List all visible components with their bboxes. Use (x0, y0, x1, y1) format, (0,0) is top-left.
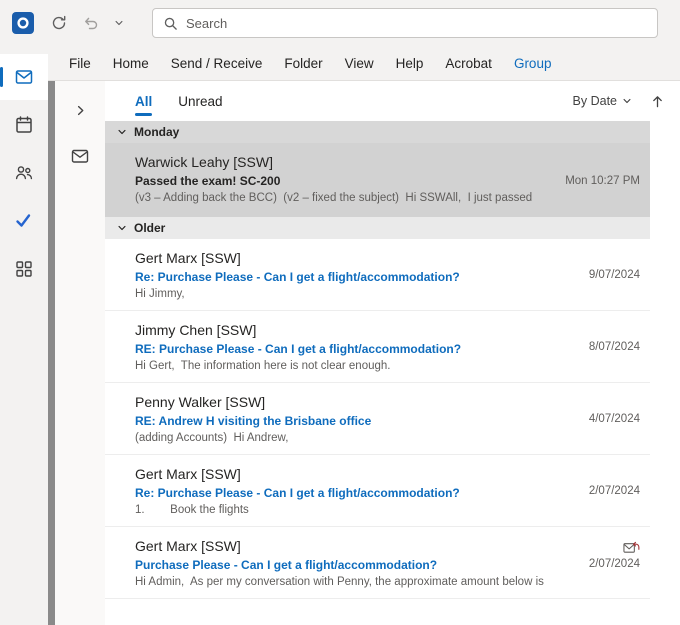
calendar-icon (14, 115, 34, 135)
menu-item-home[interactable]: Home (102, 46, 160, 81)
envelope-icon (70, 146, 90, 166)
menubar: File Home Send / Receive Folder View Hel… (48, 46, 680, 81)
email-preview: Hi Jimmy, (135, 288, 579, 300)
filter-tabs: All Unread (135, 81, 223, 121)
app-rail (0, 46, 48, 625)
email-date: 2/07/2024 (589, 558, 640, 570)
email-sender: Warwick Leahy [SSW] (135, 154, 555, 170)
email-date: 8/07/2024 (589, 341, 640, 353)
email-subject: Re: Purchase Please - Can I get a flight… (135, 270, 579, 284)
group-header-older[interactable]: Older (105, 217, 650, 239)
email-sender: Gert Marx [SSW] (135, 538, 579, 554)
collapsed-folder-pane (55, 81, 105, 625)
email-subject: RE: Andrew H visiting the Brisbane offic… (135, 414, 579, 428)
email-item[interactable]: Penny Walker [SSW] RE: Andrew H visiting… (105, 383, 650, 455)
email-sender: Gert Marx [SSW] (135, 466, 579, 482)
todo-check-icon (14, 211, 34, 231)
search-icon (163, 16, 178, 31)
outlook-window: Search (0, 0, 680, 625)
rail-item-todo[interactable] (0, 198, 48, 244)
customize-toolbar-button[interactable] (110, 10, 128, 36)
email-preview: Hi Gert, The information here is not cle… (135, 360, 579, 372)
email-date: Mon 10:27 PM (565, 175, 640, 187)
sort-by-date-button[interactable]: By Date (573, 94, 632, 108)
email-preview: (adding Accounts) Hi Andrew, (135, 432, 579, 444)
email-item[interactable]: Warwick Leahy [SSW] Passed the exam! SC-… (105, 143, 650, 217)
email-date: 4/07/2024 (589, 413, 640, 425)
mail-list-body: Monday Warwick Leahy [SSW] Passed the ex… (105, 121, 680, 625)
email-sender: Jimmy Chen [SSW] (135, 322, 579, 338)
rail-item-mail[interactable] (0, 54, 48, 100)
chevron-down-icon (117, 127, 127, 137)
email-subject: Passed the exam! SC-200 (135, 174, 555, 188)
mail-list-pane: All Unread By Date (105, 81, 680, 625)
email-date: 2/07/2024 (589, 485, 640, 497)
email-subject: Re: Purchase Please - Can I get a flight… (135, 486, 579, 500)
group-label: Older (134, 221, 165, 235)
expand-folder-pane-button[interactable] (67, 97, 93, 123)
rail-item-people[interactable] (0, 150, 48, 196)
topbar: Search (0, 0, 680, 46)
refresh-button[interactable] (46, 10, 72, 36)
inbox-envelope-button[interactable] (67, 143, 93, 169)
apps-grid-icon (14, 259, 34, 279)
email-item[interactable]: Gert Marx [SSW] Re: Purchase Please - Ca… (105, 455, 650, 527)
sort-label: By Date (573, 94, 617, 108)
email-date: 9/07/2024 (589, 269, 640, 281)
email-item[interactable]: Gert Marx [SSW] Re: Purchase Please - Ca… (105, 239, 650, 311)
mail-icon (14, 67, 34, 87)
rail-item-calendar[interactable] (0, 102, 48, 148)
menu-item-help[interactable]: Help (385, 46, 435, 81)
email-subject: RE: Purchase Please - Can I get a flight… (135, 342, 579, 356)
menu-item-group[interactable]: Group (503, 46, 563, 81)
email-subject: Purchase Please - Can I get a flight/acc… (135, 558, 579, 572)
mail-list-header: All Unread By Date (105, 81, 680, 121)
email-sender: Penny Walker [SSW] (135, 394, 579, 410)
undo-button[interactable] (78, 10, 104, 36)
email-item[interactable]: Jimmy Chen [SSW] RE: Purchase Please - C… (105, 311, 650, 383)
pane-splitter[interactable] (48, 81, 55, 625)
chevron-down-icon (622, 96, 632, 106)
group-header-monday[interactable]: Monday (105, 121, 650, 143)
menu-item-send-receive[interactable]: Send / Receive (160, 46, 274, 81)
refresh-icon (51, 15, 67, 31)
menu-item-file[interactable]: File (58, 46, 102, 81)
people-icon (14, 163, 34, 183)
outlook-logo-icon (12, 12, 34, 34)
undo-icon (83, 15, 99, 31)
email-item[interactable]: Gert Marx [SSW] Purchase Please - Can I … (105, 527, 650, 599)
rail-item-apps[interactable] (0, 246, 48, 292)
email-sender: Gert Marx [SSW] (135, 250, 579, 266)
chevron-right-icon (74, 104, 87, 117)
search-input[interactable]: Search (152, 8, 658, 38)
quick-access-toolbar (12, 10, 128, 36)
email-preview: (v3 – Adding back the BCC) (v2 – fixed t… (135, 192, 555, 204)
chevron-down-icon (117, 223, 127, 233)
chevron-down-icon (114, 18, 124, 28)
email-preview: 1. Book the flights (135, 504, 579, 516)
sort-direction-button[interactable] (648, 92, 666, 110)
tab-all[interactable]: All (135, 81, 152, 121)
menu-item-acrobat[interactable]: Acrobat (434, 46, 503, 81)
tab-unread[interactable]: Unread (178, 81, 222, 121)
replied-status-icon (623, 540, 640, 554)
email-preview: Hi Admin, As per my conversation with Pe… (135, 576, 579, 588)
menu-item-folder[interactable]: Folder (273, 46, 333, 81)
search-placeholder: Search (186, 16, 227, 31)
group-label: Monday (134, 125, 179, 139)
menu-item-view[interactable]: View (334, 46, 385, 81)
arrow-up-icon (651, 95, 664, 108)
